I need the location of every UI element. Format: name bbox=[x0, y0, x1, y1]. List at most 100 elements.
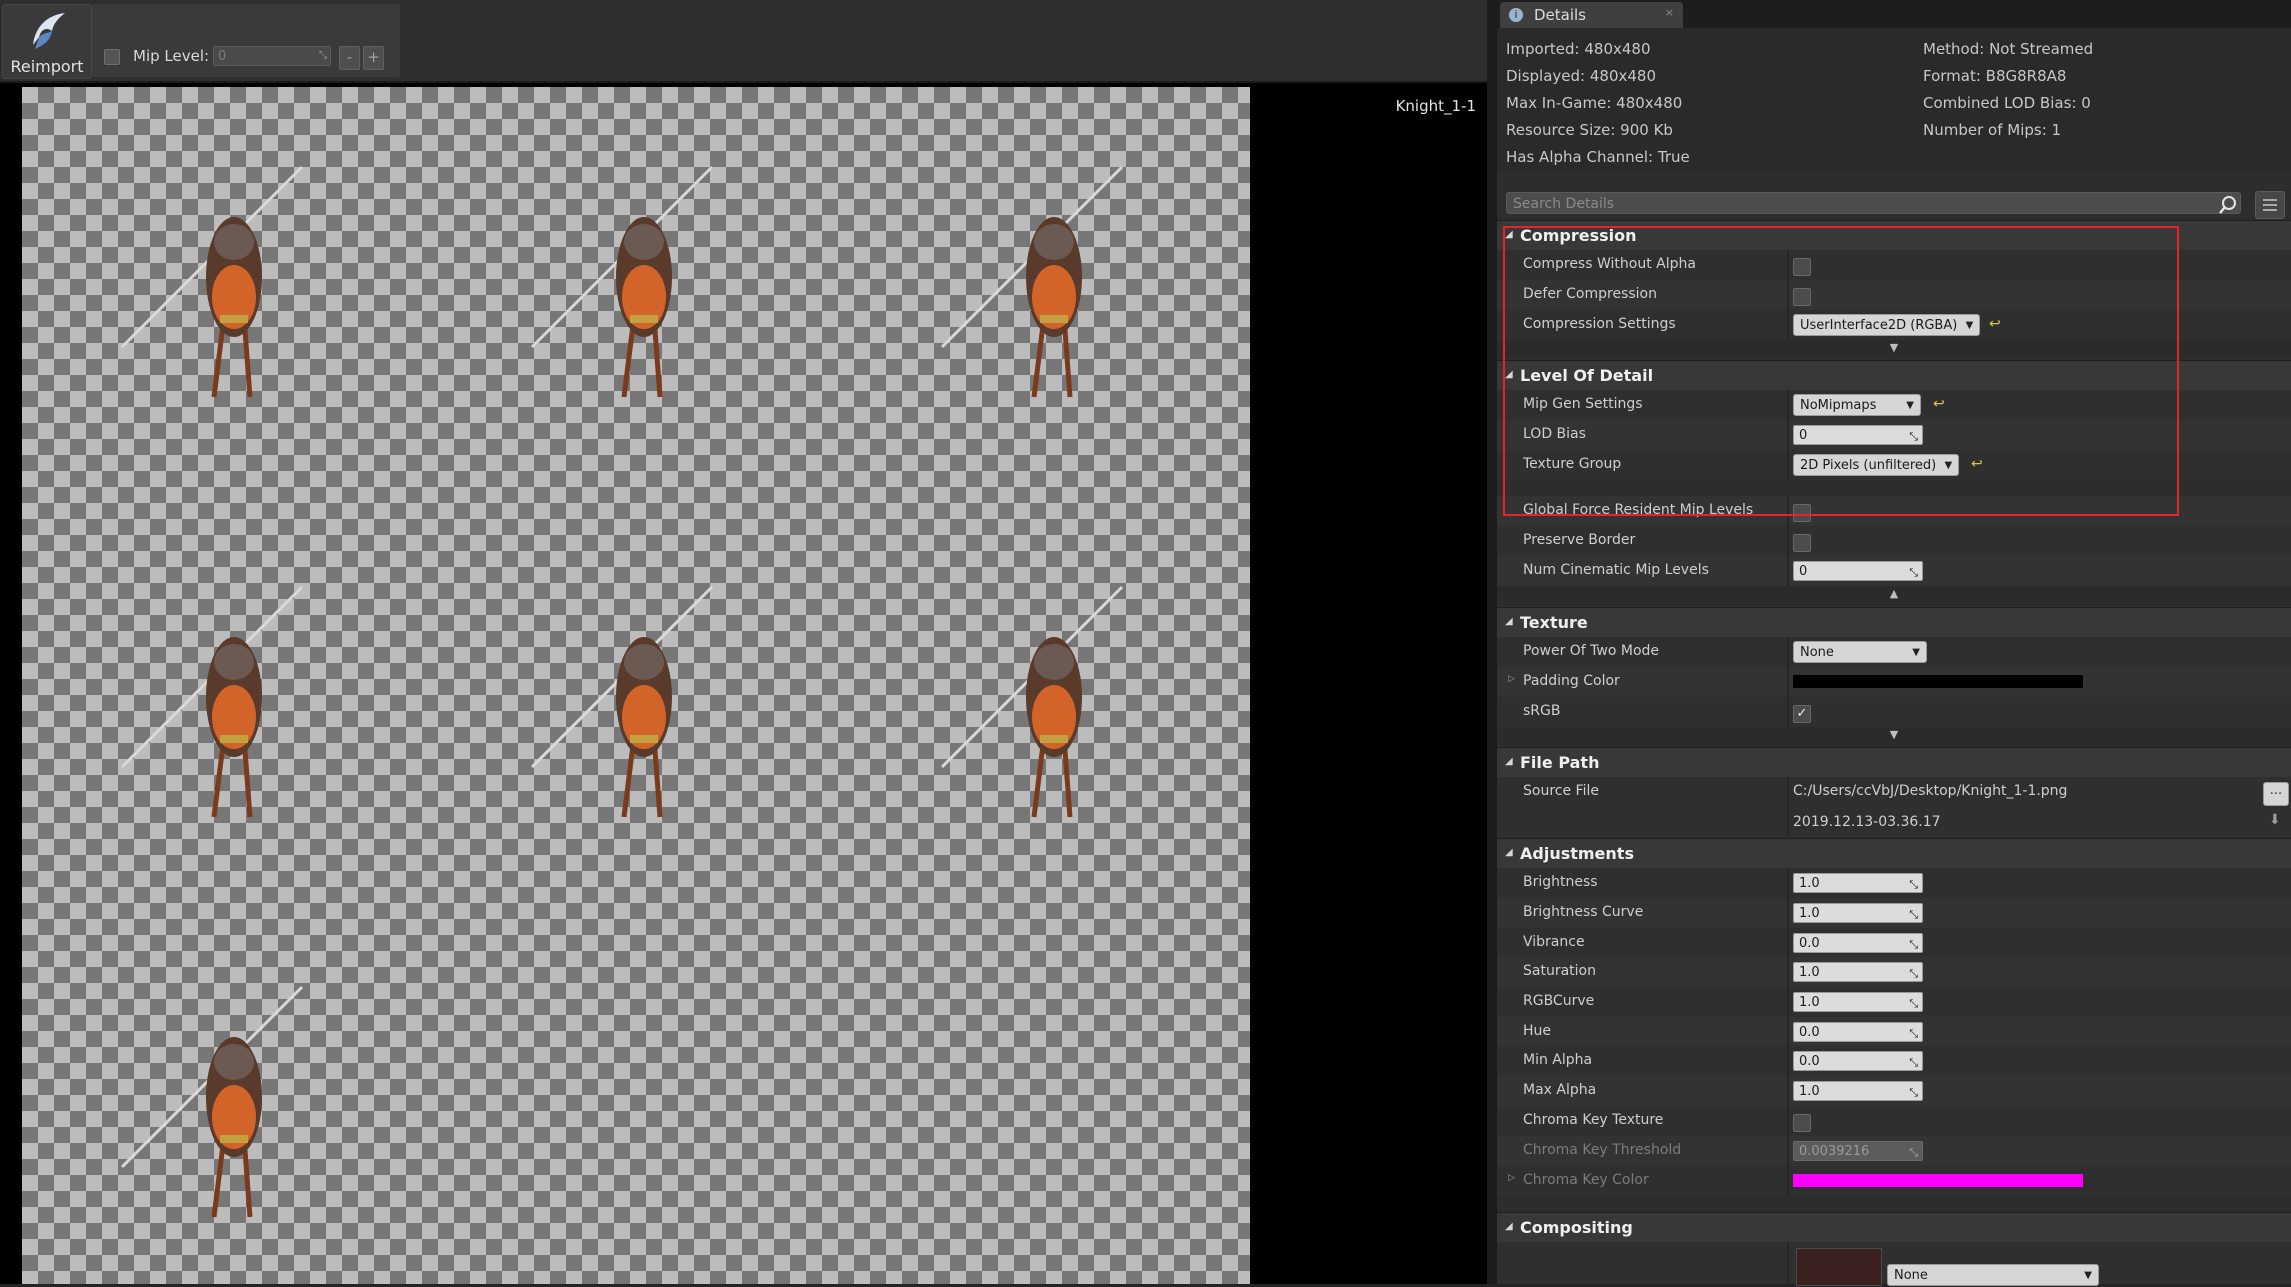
column-divider[interactable] bbox=[1787, 1017, 1789, 1047]
property-source-file: Source File C:/Users/ccVbJ/Desktop/Knigh… bbox=[1497, 777, 2291, 837]
expand-arrow-icon[interactable]: ▷ bbox=[1508, 1173, 1515, 1183]
category-texture-label: Texture bbox=[1520, 613, 1588, 632]
compress-without-alpha-checkbox[interactable] bbox=[1793, 258, 1811, 276]
column-divider[interactable] bbox=[1787, 667, 1789, 697]
category-level-of-detail[interactable]: ◢ Level Of Detail bbox=[1497, 360, 2291, 391]
column-divider[interactable] bbox=[1787, 420, 1789, 450]
mip-level-decrease-button[interactable]: - bbox=[339, 46, 360, 70]
chroma-key-threshold-value: 0.0039216 bbox=[1799, 1144, 1870, 1159]
column-divider[interactable] bbox=[1787, 1076, 1789, 1106]
close-icon[interactable]: × bbox=[1665, 6, 1674, 19]
category-file-path[interactable]: ◢ File Path bbox=[1497, 747, 2291, 778]
collapse-arrow-icon: ◢ bbox=[1505, 1221, 1513, 1232]
column-divider[interactable] bbox=[1787, 450, 1789, 480]
drag-handle-icon[interactable]: ⤡ bbox=[1909, 994, 1918, 1014]
adjustment-value-input[interactable]: 1.0 ⤡ bbox=[1793, 1081, 1923, 1101]
global-force-resident-checkbox[interactable] bbox=[1793, 504, 1811, 522]
column-divider[interactable] bbox=[1787, 868, 1789, 898]
panel-splitter[interactable] bbox=[1487, 0, 1497, 1284]
category-compositing[interactable]: ◢ Compositing bbox=[1497, 1212, 2291, 1243]
info-max-in-game: Max In-Game: 480x480 bbox=[1506, 94, 1683, 112]
column-divider[interactable] bbox=[1787, 697, 1789, 727]
mip-level-input[interactable]: 0 ⤡ bbox=[213, 46, 331, 66]
column-divider[interactable] bbox=[1787, 280, 1789, 310]
column-divider[interactable] bbox=[1787, 390, 1789, 420]
property-label: Brightness bbox=[1523, 874, 1598, 890]
reset-to-default-icon[interactable]: ↩ bbox=[1989, 316, 2001, 332]
reimport-button[interactable]: Reimport bbox=[2, 4, 92, 79]
drag-handle-icon[interactable]: ⤡ bbox=[1909, 935, 1918, 955]
padding-color-swatch[interactable] bbox=[1793, 675, 2083, 688]
drag-handle-icon[interactable]: ⤡ bbox=[319, 50, 327, 62]
column-divider[interactable] bbox=[1787, 1106, 1789, 1136]
reset-to-default-icon[interactable]: ↩ bbox=[1933, 396, 1945, 412]
expand-arrow-icon[interactable]: ▷ bbox=[1508, 674, 1515, 684]
adjustment-value-input[interactable]: 0.0 ⤡ bbox=[1793, 1051, 1923, 1071]
adjustment-value-input[interactable]: 1.0 ⤡ bbox=[1793, 962, 1923, 982]
column-divider[interactable] bbox=[1787, 1242, 1789, 1284]
column-divider[interactable] bbox=[1787, 310, 1789, 340]
column-divider[interactable] bbox=[1787, 526, 1789, 556]
compression-settings-dropdown[interactable]: UserInterface2D (RGBA) ▼ bbox=[1793, 314, 1981, 336]
column-divider[interactable] bbox=[1787, 496, 1789, 526]
drag-handle-icon[interactable]: ⤡ bbox=[1909, 563, 1918, 583]
search-details-input[interactable]: Search Details bbox=[1506, 192, 2241, 214]
lod-bias-input[interactable]: 0 ⤡ bbox=[1793, 425, 1923, 445]
advanced-expand-toggle[interactable]: ▼ bbox=[1497, 727, 2291, 743]
adjustment-value-input[interactable]: 1.0 ⤡ bbox=[1793, 873, 1923, 893]
power-of-two-mode-dropdown[interactable]: None ▼ bbox=[1793, 641, 1927, 663]
knight-sprite bbox=[120, 985, 304, 1218]
adjustment-value-input[interactable]: 1.0 ⤡ bbox=[1793, 992, 1923, 1012]
reset-to-default-icon[interactable]: ↩ bbox=[1971, 456, 1983, 472]
drag-handle-icon[interactable]: ⤡ bbox=[1909, 1053, 1918, 1073]
property-label: Compress Without Alpha bbox=[1523, 256, 1696, 272]
property-adjustment: Min Alpha 0.0 ⤡ bbox=[1497, 1046, 2291, 1076]
chevron-down-icon: ▼ bbox=[1889, 728, 1899, 741]
texture-viewport[interactable]: Knight_1-1 bbox=[0, 83, 1487, 1284]
adjustment-value-input[interactable]: 0.0 ⤡ bbox=[1793, 1022, 1923, 1042]
column-divider[interactable] bbox=[1787, 928, 1789, 958]
adjustment-value-input[interactable]: 0.0 ⤡ bbox=[1793, 933, 1923, 953]
preserve-border-checkbox[interactable] bbox=[1793, 534, 1811, 552]
drag-handle-icon[interactable]: ⤡ bbox=[1909, 1024, 1918, 1044]
browse-button[interactable]: ... bbox=[2263, 782, 2289, 806]
category-compression[interactable]: ◢ Compression bbox=[1497, 220, 2291, 251]
adjustment-value: 0.0 bbox=[1799, 1025, 1820, 1040]
composite-texture-dropdown[interactable]: None ▼ bbox=[1887, 1264, 2099, 1286]
num-cinematic-mip-levels-input[interactable]: 0 ⤡ bbox=[1793, 561, 1923, 581]
chroma-key-color-swatch bbox=[1793, 1174, 2083, 1187]
column-divider[interactable] bbox=[1787, 556, 1789, 586]
column-divider[interactable] bbox=[1787, 1136, 1789, 1166]
drag-handle-icon[interactable]: ⤡ bbox=[1909, 964, 1918, 984]
category-adjustments[interactable]: ◢ Adjustments bbox=[1497, 838, 2291, 869]
view-options-button[interactable] bbox=[2255, 191, 2285, 219]
column-divider[interactable] bbox=[1787, 250, 1789, 280]
mip-level-checkbox[interactable] bbox=[104, 49, 120, 65]
category-texture[interactable]: ◢ Texture bbox=[1497, 607, 2291, 638]
advanced-expand-toggle[interactable]: ▼ bbox=[1497, 340, 2291, 356]
srgb-checkbox[interactable]: ✓ bbox=[1793, 705, 1811, 723]
column-divider[interactable] bbox=[1787, 957, 1789, 987]
column-divider[interactable] bbox=[1787, 637, 1789, 667]
tab-details[interactable]: i Details × bbox=[1500, 2, 1683, 28]
drag-handle-icon[interactable]: ⤡ bbox=[1909, 427, 1918, 447]
column-divider[interactable] bbox=[1787, 987, 1789, 1017]
drag-handle-icon[interactable]: ⤡ bbox=[1909, 905, 1918, 925]
advanced-collapse-toggle[interactable]: ▲ bbox=[1497, 586, 2291, 602]
mip-gen-settings-dropdown[interactable]: NoMipmaps ▼ bbox=[1793, 394, 1921, 416]
adjustment-value-input[interactable]: 1.0 ⤡ bbox=[1793, 903, 1923, 923]
composite-texture-thumbnail[interactable] bbox=[1796, 1248, 1882, 1286]
texture-group-dropdown[interactable]: 2D Pixels (unfiltered) ▼ bbox=[1793, 454, 1960, 476]
column-divider[interactable] bbox=[1787, 898, 1789, 928]
chroma-key-texture-checkbox[interactable] bbox=[1793, 1114, 1811, 1132]
column-divider[interactable] bbox=[1787, 777, 1789, 837]
download-arrow-icon[interactable]: ⬇ bbox=[2269, 812, 2281, 828]
search-icon[interactable] bbox=[2218, 195, 2238, 215]
drag-handle-icon[interactable]: ⤡ bbox=[1909, 1083, 1918, 1103]
mip-level-increase-button[interactable]: + bbox=[363, 46, 384, 70]
column-divider[interactable] bbox=[1787, 1046, 1789, 1076]
property-label: sRGB bbox=[1523, 703, 1561, 719]
defer-compression-checkbox[interactable] bbox=[1793, 288, 1811, 306]
column-divider[interactable] bbox=[1787, 1166, 1789, 1196]
drag-handle-icon[interactable]: ⤡ bbox=[1909, 875, 1918, 895]
